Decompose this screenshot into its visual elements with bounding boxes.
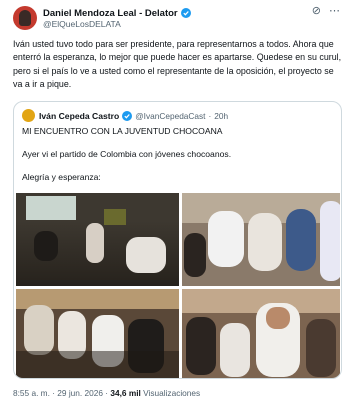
meta-dot: · — [52, 388, 55, 398]
tweet-text: Iván usted tuvo todo para ser presidente… — [13, 39, 342, 89]
author-handle[interactable]: @ElQueLosDELATA — [43, 19, 121, 29]
view-count: 34,6 mil — [110, 388, 141, 398]
quoted-photo-3[interactable] — [16, 289, 179, 378]
grok-icon[interactable]: ⊘ — [312, 5, 321, 17]
verified-badge-icon — [122, 110, 133, 121]
views-label: Visualizaciones — [143, 388, 201, 398]
quoted-line-title: MI ENCUENTRO CON LA JUVENTUD CHOCOANA — [22, 126, 223, 136]
quoted-tweet[interactable]: Iván Cepeda Castro @IvanCepedaCast · 20h… — [13, 101, 342, 379]
person-silhouette — [34, 231, 58, 261]
author-avatar[interactable] — [13, 6, 37, 30]
quoted-line-body: Ayer vi el partido de Colombia con jóven… — [22, 149, 232, 159]
quoted-time[interactable]: 20h — [214, 111, 228, 121]
person-silhouette — [286, 209, 316, 271]
quoted-name[interactable]: Iván Cepeda Castro — [39, 111, 119, 121]
more-icon[interactable]: ⋯ — [329, 5, 340, 17]
person-silhouette — [220, 323, 250, 377]
quoted-header: Iván Cepeda Castro @IvanCepedaCast · 20h — [39, 109, 228, 122]
author-line: Daniel Mendoza Leal - Delator — [43, 6, 191, 20]
tweet-date[interactable]: 29 jun. 2026 — [57, 388, 103, 398]
quoted-separator: · — [208, 110, 212, 121]
person-silhouette — [306, 319, 336, 377]
quoted-photo-4[interactable] — [182, 289, 340, 378]
person-silhouette — [320, 201, 340, 281]
tweet-time[interactable]: 8:55 a. m. — [13, 388, 50, 398]
quoted-avatar[interactable] — [22, 109, 35, 122]
avatar-figure — [19, 10, 31, 26]
person-silhouette — [248, 213, 282, 271]
person-silhouette — [208, 211, 244, 267]
quoted-photo-1[interactable] — [16, 193, 179, 286]
top-actions: ⊘ ⋯ — [312, 5, 340, 17]
meta-dot: · — [105, 388, 109, 398]
photo-shade — [16, 351, 179, 378]
person-silhouette — [126, 237, 166, 273]
tweet-meta: 8:55 a. m. · 29 jun. 2026 · 34,6 mil Vis… — [13, 388, 200, 398]
quoted-handle[interactable]: @IvanCepedaCast — [135, 111, 205, 121]
quoted-line-closing: Alegría y esperanza: — [22, 172, 101, 182]
author-name[interactable]: Daniel Mendoza Leal - Delator — [43, 8, 178, 19]
person-silhouette — [24, 305, 54, 355]
verified-badge-icon — [180, 8, 191, 18]
person-silhouette — [86, 223, 104, 263]
person-silhouette — [186, 317, 216, 375]
quoted-photo-2[interactable] — [182, 193, 340, 286]
tweet: Daniel Mendoza Leal - Delator @ElQueLosD… — [0, 0, 350, 398]
person-silhouette — [184, 233, 206, 277]
face — [266, 307, 290, 329]
poster — [104, 209, 126, 225]
